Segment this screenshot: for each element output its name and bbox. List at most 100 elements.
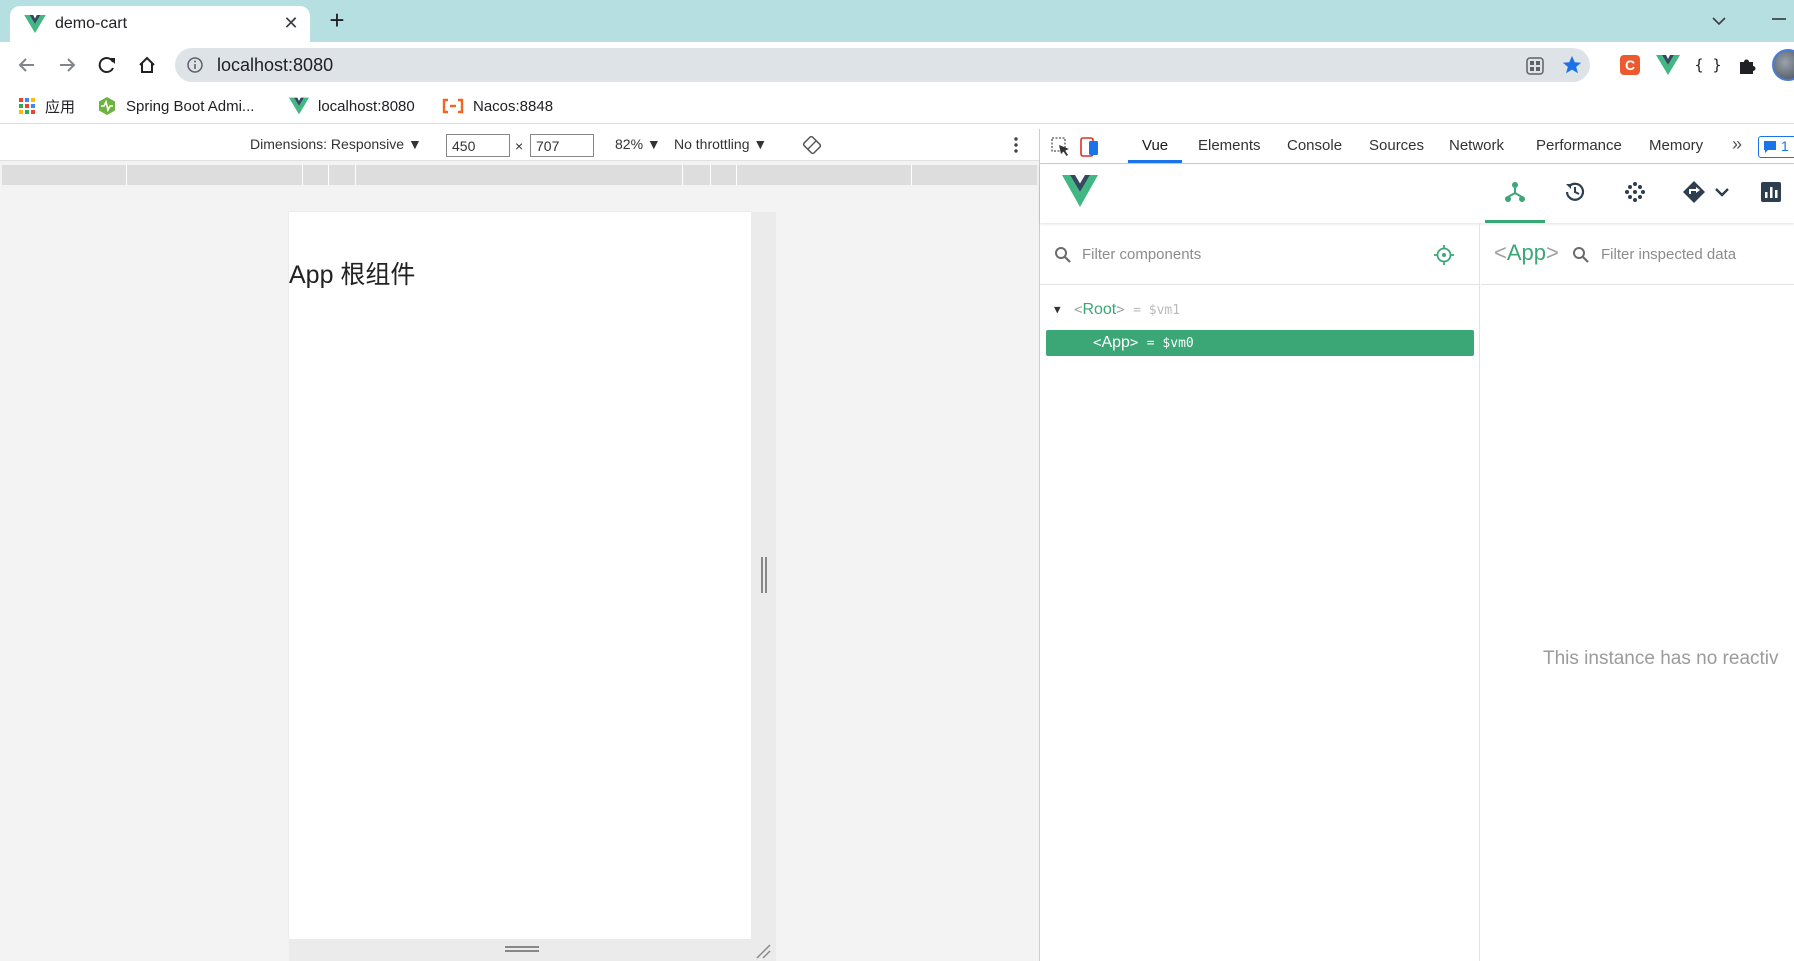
timeline-history-icon[interactable] xyxy=(1562,179,1588,205)
browser-tab-strip: demo-cart ✕ + xyxy=(0,0,1794,42)
vue-logo-icon xyxy=(289,97,309,115)
qr-code-icon[interactable] xyxy=(1525,56,1545,76)
tree-node-root[interactable]: ▼ <Root> = $vm1 xyxy=(1046,298,1474,324)
emulated-viewport: App 根组件 xyxy=(289,212,751,939)
expand-arrow-icon[interactable]: ▼ xyxy=(1054,303,1061,316)
issues-count: 1 xyxy=(1781,138,1789,154)
svg-text:C: C xyxy=(1625,57,1635,73)
tab-close-icon[interactable]: ✕ xyxy=(280,12,302,34)
resize-grip[interactable] xyxy=(505,946,539,952)
component-name: Root xyxy=(1082,301,1117,318)
tab-sources[interactable]: Sources xyxy=(1369,137,1424,154)
back-arrow-icon[interactable] xyxy=(12,50,42,80)
bookmark-label: 应用 xyxy=(45,98,76,116)
throttling-dropdown[interactable]: No throttling ▼ xyxy=(674,136,767,152)
tab-performance[interactable]: Performance xyxy=(1536,137,1622,154)
ruler-segment[interactable] xyxy=(736,165,737,185)
select-component-target-icon[interactable] xyxy=(1433,244,1455,266)
dimensions-dropdown[interactable]: Dimensions: Responsive ▼ xyxy=(250,136,422,152)
vue-logo-icon xyxy=(1062,175,1098,207)
resize-corner-icon[interactable] xyxy=(755,943,771,959)
ruler-segment[interactable] xyxy=(328,165,329,185)
angle-open: < xyxy=(1494,240,1507,265)
router-directions-icon[interactable] xyxy=(1681,179,1707,205)
bookmark-apps[interactable]: 应用 xyxy=(18,94,75,118)
ruler-segment[interactable] xyxy=(355,165,356,185)
device-emulation-area: Dimensions: Responsive ▼ 450 × 707 82% ▼… xyxy=(0,129,1039,961)
spring-boot-admin-icon xyxy=(99,97,115,115)
component-filter: Filter components xyxy=(1040,223,1480,285)
bookmark-nacos[interactable]: Nacos:8848 xyxy=(442,94,553,118)
components-panel: Filter components ▼ <Root> = $vm1 <App> … xyxy=(1040,223,1480,961)
forward-arrow-icon[interactable] xyxy=(52,50,82,80)
more-tabs-icon[interactable]: » xyxy=(1732,134,1742,155)
angle-close: > xyxy=(1116,302,1125,318)
bookmark-localhost[interactable]: localhost:8080 xyxy=(289,94,415,118)
vm-assign: = $vm0 xyxy=(1146,336,1194,351)
zoom-dropdown[interactable]: 82% ▼ xyxy=(615,136,661,152)
inspect-element-icon[interactable] xyxy=(1050,136,1072,158)
tab-vue[interactable]: Vue xyxy=(1142,137,1168,154)
home-icon[interactable] xyxy=(132,50,162,80)
height-input[interactable]: 707 xyxy=(530,134,594,157)
nacos-icon xyxy=(442,98,464,114)
filter-inspected-input[interactable]: Filter inspected data xyxy=(1601,246,1736,263)
tab-search-chevron-icon[interactable] xyxy=(1706,8,1732,34)
resize-handle-right[interactable] xyxy=(751,212,776,939)
address-bar[interactable]: localhost:8080 xyxy=(175,48,1590,82)
rotate-icon[interactable] xyxy=(802,135,822,155)
ruler-segment[interactable] xyxy=(682,165,683,185)
tab-elements[interactable]: Elements xyxy=(1198,137,1261,154)
component-name: App xyxy=(1506,240,1547,265)
new-tab-button[interactable]: + xyxy=(322,6,352,36)
svg-text:{ }: { } xyxy=(1696,56,1720,74)
tab-network[interactable]: Network xyxy=(1449,137,1504,154)
ruler-segment[interactable] xyxy=(302,165,303,185)
bookmark-star-icon[interactable] xyxy=(1561,54,1583,76)
json-viewer-icon[interactable]: { } xyxy=(1696,53,1720,77)
tab-memory[interactable]: Memory xyxy=(1649,137,1703,154)
component-name: App xyxy=(1101,334,1130,351)
bookmarks-bar: 应用 Spring Boot Admi... localhost:8080 Na… xyxy=(0,88,1794,124)
bookmark-label: localhost:8080 xyxy=(318,97,415,115)
bookmark-spring-boot-admin[interactable]: Spring Boot Admi... xyxy=(97,94,254,118)
bookmark-label: Nacos:8848 xyxy=(473,97,554,115)
tab-title: demo-cart xyxy=(55,15,128,32)
more-options-icon[interactable] xyxy=(1008,136,1024,154)
minimize-window-icon[interactable] xyxy=(1766,6,1792,32)
inspected-component-name: <App> xyxy=(1494,240,1559,266)
ruler-segment[interactable] xyxy=(911,165,912,185)
device-toolbar-toggle-icon[interactable] xyxy=(1079,136,1101,158)
resize-grip[interactable] xyxy=(761,557,767,593)
device-toolbar: Dimensions: Responsive ▼ 450 × 707 82% ▼… xyxy=(0,129,1039,161)
width-input[interactable]: 450 xyxy=(446,134,510,157)
profile-avatar[interactable] xyxy=(1772,49,1794,81)
media-query-ruler[interactable] xyxy=(2,165,1037,185)
vuex-dots-icon[interactable] xyxy=(1622,179,1648,205)
filter-components-input[interactable]: Filter components xyxy=(1082,246,1201,263)
devtools-tab-bar: Vue Elements Console Sources Network Per… xyxy=(1040,129,1794,164)
vue-devtools-header xyxy=(1040,165,1794,223)
search-icon xyxy=(1055,247,1071,263)
ruler-segment[interactable] xyxy=(126,165,127,185)
message-icon xyxy=(1764,141,1776,153)
site-info-icon[interactable] xyxy=(187,57,203,73)
issues-badge[interactable]: 1 xyxy=(1758,136,1794,158)
tab-console[interactable]: Console xyxy=(1287,137,1342,154)
reload-icon[interactable] xyxy=(92,50,122,80)
tree-node-app-selected[interactable]: <App> = $vm0 xyxy=(1046,330,1474,356)
inspector-panel: <App> Filter inspected data This instanc… xyxy=(1481,223,1794,961)
extensions-puzzle-icon[interactable] xyxy=(1736,53,1760,77)
vue-devtools-icon[interactable] xyxy=(1656,53,1680,77)
dimension-separator: × xyxy=(515,138,524,154)
performance-chart-icon[interactable] xyxy=(1758,179,1784,205)
ruler-segment[interactable] xyxy=(710,165,711,185)
browser-tab[interactable]: demo-cart ✕ xyxy=(10,6,310,42)
angle-close: > xyxy=(1546,240,1559,265)
tree-node-label: <Root> = $vm1 xyxy=(1074,301,1180,319)
search-icon xyxy=(1573,247,1589,263)
resize-handle-bottom[interactable] xyxy=(289,939,776,961)
chevron-down-icon[interactable] xyxy=(1709,179,1735,205)
extension-red-c-icon[interactable]: C xyxy=(1618,53,1642,77)
components-tree-icon[interactable] xyxy=(1502,179,1528,205)
